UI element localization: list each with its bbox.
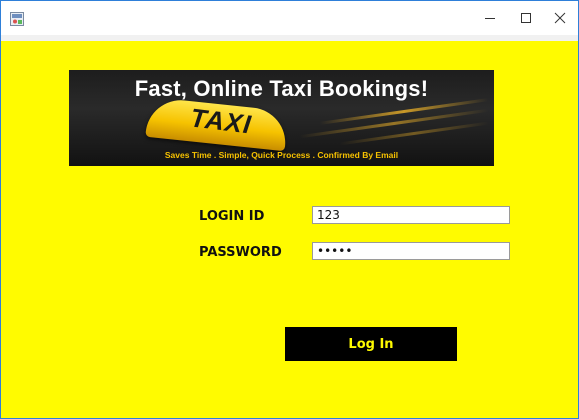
close-icon [554,12,566,24]
password-input[interactable] [312,242,510,260]
maximize-icon [521,13,531,23]
password-label: PASSWORD [199,245,282,260]
login-panel: Fast, Online Taxi Bookings! TAXI Saves T… [1,35,578,418]
maximize-button[interactable] [508,1,544,35]
minimize-button[interactable] [472,1,508,35]
minimize-icon [485,18,495,19]
app-window: Fast, Online Taxi Bookings! TAXI Saves T… [0,0,579,419]
banner-title: Fast, Online Taxi Bookings! [134,76,429,101]
panel-top-strip [1,35,578,41]
light-streak [339,121,489,146]
banner-tagline: Saves Time . Simple, Quick Process . Con… [164,150,399,160]
login-id-label: LOGIN ID [199,209,265,224]
close-button[interactable] [542,1,578,35]
title-bar[interactable] [1,1,578,35]
login-id-input[interactable] [312,206,510,224]
java-app-icon [10,11,24,26]
log-in-button[interactable]: Log In [285,327,457,361]
taxi-banner-image: Fast, Online Taxi Bookings! TAXI Saves T… [69,70,494,166]
